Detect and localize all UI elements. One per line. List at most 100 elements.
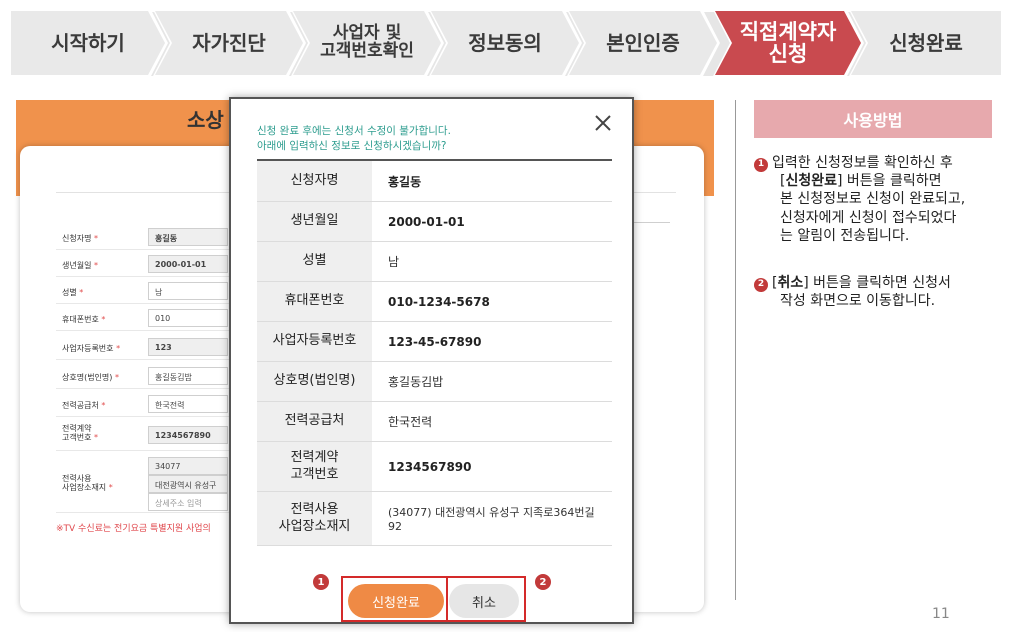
dialog-message-line: 아래에 입력하신 정보로 신청하시겠습니까? [257,139,447,152]
required-mark: * [94,432,98,442]
row-value: 2000-01-01 [388,214,465,229]
row-label: 생년월일 [257,202,372,241]
step-badge-1: 1 [313,574,329,590]
field-label: 고객번호 [62,432,92,442]
close-icon[interactable] [591,111,615,135]
phone-field[interactable]: 010 [148,309,228,327]
guide-text: 입력한 신청정보를 확인하신 후 [772,155,953,171]
field-label: 사업자등록번호 [62,344,114,353]
field-label: 상호명(법인명) [62,373,113,382]
number-badge-icon: 1 [754,157,768,172]
page-number: 11 [932,606,950,622]
panel-divider [735,100,736,600]
required-mark: * [101,315,106,324]
table-row: 사업자등록번호 123-45-67890 [257,322,612,362]
table-row: 휴대폰번호 010-1234-5678 [257,282,612,322]
field-label: 전력계약 [62,424,92,433]
step-consent: 정보동의 [428,8,582,78]
supplier-field[interactable]: 한국전력 [148,395,228,413]
form-row-customer-number: 전력계약 고객번호 * 1234567890 [56,420,230,451]
field-label: 휴대폰번호 [62,315,99,324]
number-badge-icon: 2 [754,277,768,292]
form-row-name: 신청자명 * 홍길동 [56,225,230,250]
row-label: 전력공급처 [257,402,372,441]
address-field[interactable]: 대전광역시 유성구 [148,475,228,493]
step-label: 본인인증 [606,30,680,55]
company-field[interactable]: 홍길동김밥 [148,367,228,385]
table-row: 전력공급처 한국전력 [257,402,612,442]
guide-item-1: 1 입력한 신청정보를 확인하신 후 [신청완료] 버튼을 클릭하면 본 신청정보… [754,154,1012,245]
zip-field[interactable]: 34077 [148,457,228,475]
step-badge-2: 2 [535,574,551,590]
required-mark: * [94,261,98,270]
row-value: 홍길동김밥 [388,375,444,389]
field-label: 전력사용 [62,474,92,483]
step-business-verify: 사업자 및 고객번호확인 [290,8,444,78]
form-row-supplier: 전력공급처 * 한국전력 [56,392,230,417]
row-label-line: 고객번호 [290,466,339,482]
address-detail-field[interactable]: 상세주소 입력 [148,493,228,511]
form-row-business-number: 사업자등록번호 * 123 [56,335,230,360]
row-value: 남 [388,255,400,269]
required-mark: * [116,344,121,353]
form-row-address: 전력사용 사업장소재지 * 34077 대전광역시 유성구 상세주소 입력 [56,453,230,513]
step-label: 직접계약자 [739,19,837,44]
field-label: 전력공급처 [62,401,99,410]
guide-emphasis: 신청완료 [785,173,837,190]
row-label: 전력계약 고객번호 [257,442,372,491]
table-row: 신청자명 홍길동 [257,161,612,202]
table-row: 전력사용 사업장소재지 (34077) 대전광역시 유성구 지족로364번길 9… [257,492,612,546]
step-label: 시작하기 [51,30,125,55]
form-row-phone: 휴대폰번호 * 010 [56,306,230,331]
required-mark: * [79,288,84,297]
birth-field[interactable]: 2000-01-01 [148,255,228,273]
row-label-line: 전력사용 [290,502,339,518]
submit-button[interactable]: 신청완료 [348,584,444,618]
required-mark: * [101,401,106,410]
guide-text: 신청자에게 신청이 접수되었다 [780,209,957,226]
dialog-message: 신청 완료 후에는 신청서 수정이 불가합니다. 아래에 입력하신 정보로 신청… [257,124,451,153]
step-label: 자가진단 [192,30,266,55]
row-label: 성별 [257,242,372,281]
customer-number-field[interactable]: 1234567890 [148,426,228,444]
dialog-message-line: 신청 완료 후에는 신청서 수정이 불가합니다. [257,125,451,137]
row-label: 휴대폰번호 [257,282,372,321]
row-value: 한국전력 [388,415,433,429]
name-field[interactable]: 홍길동 [148,228,228,246]
row-value: 010-1234-5678 [388,294,490,309]
required-mark: * [94,234,98,243]
guide-title: 사용방법 [754,100,992,138]
step-complete: 신청완료 [848,8,1004,78]
required-mark: * [108,482,113,492]
step-label: 고객번호확인 [320,41,414,61]
business-number-field[interactable]: 123 [148,338,228,356]
table-row: 생년월일 2000-01-01 [257,202,612,242]
table-row: 성별 남 [257,242,612,282]
progress-steps: 시작하기 자가진단 사업자 및 고객번호확인 정보동의 본인인증 직접계약자 신… [0,0,1012,82]
row-value: (34077) 대전광역시 유성구 지족로364번길 92 [388,506,595,533]
form-row-company: 상호명(법인명) * 홍길동김밥 [56,364,230,389]
row-value: 홍길동 [388,174,422,189]
guide-text: 본 신청정보로 신청이 완료되고, [780,191,966,208]
guide-text: ] 버튼을 클릭하면 신청서 [803,275,951,291]
form-title: 소상 [187,108,224,132]
row-label: 상호명(법인명) [257,362,372,401]
row-value: 123-45-67890 [388,334,482,349]
required-mark: * [114,373,119,382]
row-label: 신청자명 [257,161,372,201]
guide-text: 는 알림이 전송됩니다. [780,227,910,244]
cancel-button[interactable]: 취소 [449,584,519,618]
guide-emphasis: 취소 [777,275,804,291]
notice-text: ※TV 수신료는 전기요금 특별지원 사업의 [56,524,211,534]
field-label: 신청자명 [62,234,92,243]
form-row-birth: 생년월일 * 2000-01-01 [56,252,230,277]
field-label: 성별 [62,288,77,297]
form-row-gender: 성별 * 남 [56,279,230,304]
step-label: 정보동의 [468,30,542,55]
guide-text: 작성 화면으로 이동합니다. [780,293,936,310]
table-row: 상호명(법인명) 홍길동김밥 [257,362,612,402]
field-label: 생년월일 [62,261,92,270]
gender-field[interactable]: 남 [148,282,228,300]
guide-item-2: 2 [취소] 버튼을 클릭하면 신청서 작성 화면으로 이동합니다. [754,274,1012,310]
step-label: 신청 [768,42,808,66]
